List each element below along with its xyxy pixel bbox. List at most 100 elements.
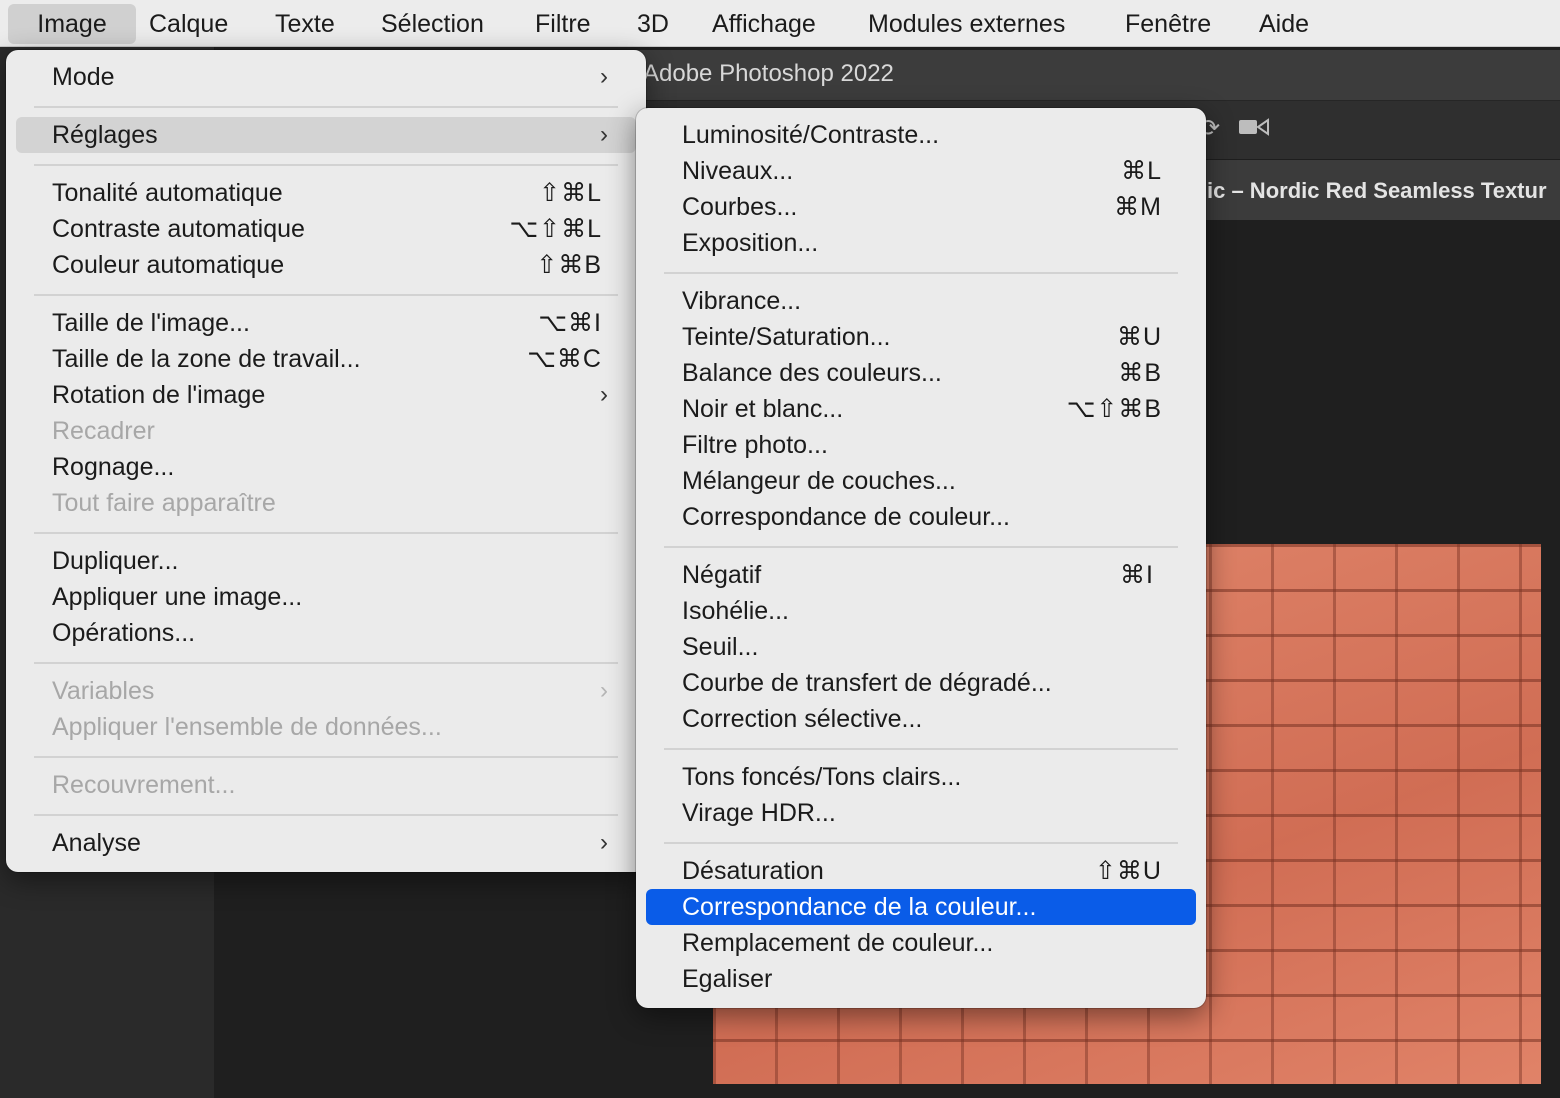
menubar-affichage[interactable]: Affichage <box>698 4 830 44</box>
menu-item-egaliser[interactable]: Egaliser <box>636 961 1206 997</box>
menu-item-label: Rotation de l'image <box>52 381 266 409</box>
menu-item-label: Mode <box>52 63 115 91</box>
menu-item-taille-image[interactable]: Taille de l'image... ⌥⌘I <box>6 305 646 341</box>
menu-item-balance-couleurs[interactable]: Balance des couleurs... ⌘B <box>636 355 1206 391</box>
menu-item-label: Appliquer une image... <box>52 583 303 611</box>
chevron-right-icon: › <box>600 677 608 704</box>
menu-item-label: Courbes... <box>682 193 798 221</box>
menu-bar: Image Calque Texte Sélection Filtre 3D A… <box>0 0 1560 47</box>
menu-item-seuil[interactable]: Seuil... <box>636 629 1206 665</box>
shortcut-label: ⌘B <box>1118 359 1162 387</box>
document-tab[interactable]: ic – Nordic Red Seamless Textur <box>1207 178 1547 204</box>
menu-item-exposition[interactable]: Exposition... <box>636 225 1206 261</box>
menu-separator <box>34 294 618 296</box>
menu-item-niveaux[interactable]: Niveaux... ⌘L <box>636 153 1206 189</box>
chevron-right-icon: › <box>600 63 608 90</box>
menu-item-mode[interactable]: Mode › <box>6 59 646 95</box>
menu-item-negatif[interactable]: Négatif ⌘I <box>636 557 1206 593</box>
menu-item-label: Mélangeur de couches... <box>682 467 956 495</box>
menu-item-label: Réglages <box>52 121 158 149</box>
menu-item-dupliquer[interactable]: Dupliquer... <box>6 543 646 579</box>
menu-item-operations[interactable]: Opérations... <box>6 615 646 651</box>
menu-item-isohelie[interactable]: Isohélie... <box>636 593 1206 629</box>
menu-item-reglages[interactable]: Réglages › <box>6 117 646 153</box>
menu-item-label: Appliquer l'ensemble de données... <box>52 713 442 741</box>
menu-item-taille-zone-travail[interactable]: Taille de la zone de travail... ⌥⌘C <box>6 341 646 377</box>
menu-item-label: Noir et blanc... <box>682 395 844 423</box>
menu-item-recouvrement: Recouvrement... <box>6 767 646 803</box>
menu-item-label: Egaliser <box>682 965 773 993</box>
menu-item-analyse[interactable]: Analyse › <box>6 825 646 861</box>
menu-item-label: Tons foncés/Tons clairs... <box>682 763 962 791</box>
shortcut-label: ⇧⌘U <box>1094 857 1162 885</box>
menubar-fenetre[interactable]: Fenêtre <box>1111 4 1225 44</box>
menubar-modules-externes[interactable]: Modules externes <box>854 4 1079 44</box>
menu-item-correspondance-de-la-couleur[interactable]: Correspondance de la couleur... <box>636 889 1206 925</box>
menu-item-rognage[interactable]: Rognage... <box>6 449 646 485</box>
menu-item-teinte-saturation[interactable]: Teinte/Saturation... ⌘U <box>636 319 1206 355</box>
menu-item-label: Taille de la zone de travail... <box>52 345 361 373</box>
menu-item-label: Balance des couleurs... <box>682 359 942 387</box>
menu-separator <box>34 164 618 166</box>
menu-item-melangeur-couches[interactable]: Mélangeur de couches... <box>636 463 1206 499</box>
menu-item-filtre-photo[interactable]: Filtre photo... <box>636 427 1206 463</box>
menubar-calque[interactable]: Calque <box>135 4 242 44</box>
menu-item-label: Désaturation <box>682 857 824 885</box>
menu-item-noir-et-blanc[interactable]: Noir et blanc... ⌥⇧⌘B <box>636 391 1206 427</box>
menu-item-tons-fonces-clairs[interactable]: Tons foncés/Tons clairs... <box>636 759 1206 795</box>
menu-item-tonalite-automatique[interactable]: Tonalité automatique ⇧⌘L <box>6 175 646 211</box>
video-camera-icon[interactable] <box>1238 114 1276 147</box>
menu-item-vibrance[interactable]: Vibrance... <box>636 283 1206 319</box>
menu-item-label: Filtre photo... <box>682 431 828 459</box>
menu-item-courbe-transfert-degrade[interactable]: Courbe de transfert de dégradé... <box>636 665 1206 701</box>
menu-item-label: Remplacement de couleur... <box>682 929 994 957</box>
menu-item-luminosite-contraste[interactable]: Luminosité/Contraste... <box>636 117 1206 153</box>
menubar-aide[interactable]: Aide <box>1245 4 1323 44</box>
menu-item-couleur-automatique[interactable]: Couleur automatique ⇧⌘B <box>6 247 646 283</box>
menu-item-recadrer: Recadrer <box>6 413 646 449</box>
menu-item-label: Dupliquer... <box>52 547 179 575</box>
menu-item-label: Courbe de transfert de dégradé... <box>682 669 1052 697</box>
menu-separator <box>34 532 618 534</box>
menu-item-label: Négatif <box>682 561 762 589</box>
menu-separator <box>664 842 1178 844</box>
menu-item-label: Correspondance de la couleur... <box>682 893 1037 921</box>
shortcut-label: ⌘I <box>1120 561 1154 589</box>
menu-item-correction-selective[interactable]: Correction sélective... <box>636 701 1206 737</box>
menu-separator <box>34 662 618 664</box>
menubar-3d[interactable]: 3D <box>623 4 683 44</box>
menu-item-label: Opérations... <box>52 619 196 647</box>
menu-item-courbes[interactable]: Courbes... ⌘M <box>636 189 1206 225</box>
menubar-image[interactable]: Image <box>8 4 136 44</box>
menubar-filtre[interactable]: Filtre <box>521 4 605 44</box>
menu-item-label: Contraste automatique <box>52 215 305 243</box>
menu-item-variables: Variables › <box>6 673 646 709</box>
menu-item-remplacement-couleur[interactable]: Remplacement de couleur... <box>636 925 1206 961</box>
menu-item-label: Teinte/Saturation... <box>682 323 891 351</box>
menu-item-label: Recouvrement... <box>52 771 236 799</box>
menubar-texte[interactable]: Texte <box>261 4 349 44</box>
menu-item-correspondance-de-couleur[interactable]: Correspondance de couleur... <box>636 499 1206 535</box>
menu-item-label: Couleur automatique <box>52 251 285 279</box>
menu-item-label: Analyse <box>52 829 141 857</box>
shortcut-label: ⇧⌘B <box>536 251 602 279</box>
shortcut-label: ⌘L <box>1121 157 1162 185</box>
menu-item-rotation-image[interactable]: Rotation de l'image › <box>6 377 646 413</box>
menu-item-desaturation[interactable]: Désaturation ⇧⌘U <box>636 853 1206 889</box>
menu-item-label: Correction sélective... <box>682 705 923 733</box>
menu-separator <box>664 272 1178 274</box>
menu-item-appliquer-image[interactable]: Appliquer une image... <box>6 579 646 615</box>
menu-item-label: Isohélie... <box>682 597 790 625</box>
menu-item-label: Luminosité/Contraste... <box>682 121 940 149</box>
app-title: Adobe Photoshop 2022 <box>643 60 894 87</box>
menu-item-label: Vibrance... <box>682 287 802 315</box>
menu-item-label: Niveaux... <box>682 157 794 185</box>
reglages-submenu: Luminosité/Contraste... Niveaux... ⌘L Co… <box>636 108 1206 1008</box>
menu-item-label: Recadrer <box>52 417 155 445</box>
chevron-right-icon: › <box>600 121 608 148</box>
menubar-selection[interactable]: Sélection <box>367 4 498 44</box>
menu-item-virage-hdr[interactable]: Virage HDR... <box>636 795 1206 831</box>
menu-item-contraste-automatique[interactable]: Contraste automatique ⌥⇧⌘L <box>6 211 646 247</box>
chevron-right-icon: › <box>600 381 608 408</box>
menu-item-label: Taille de l'image... <box>52 309 250 337</box>
